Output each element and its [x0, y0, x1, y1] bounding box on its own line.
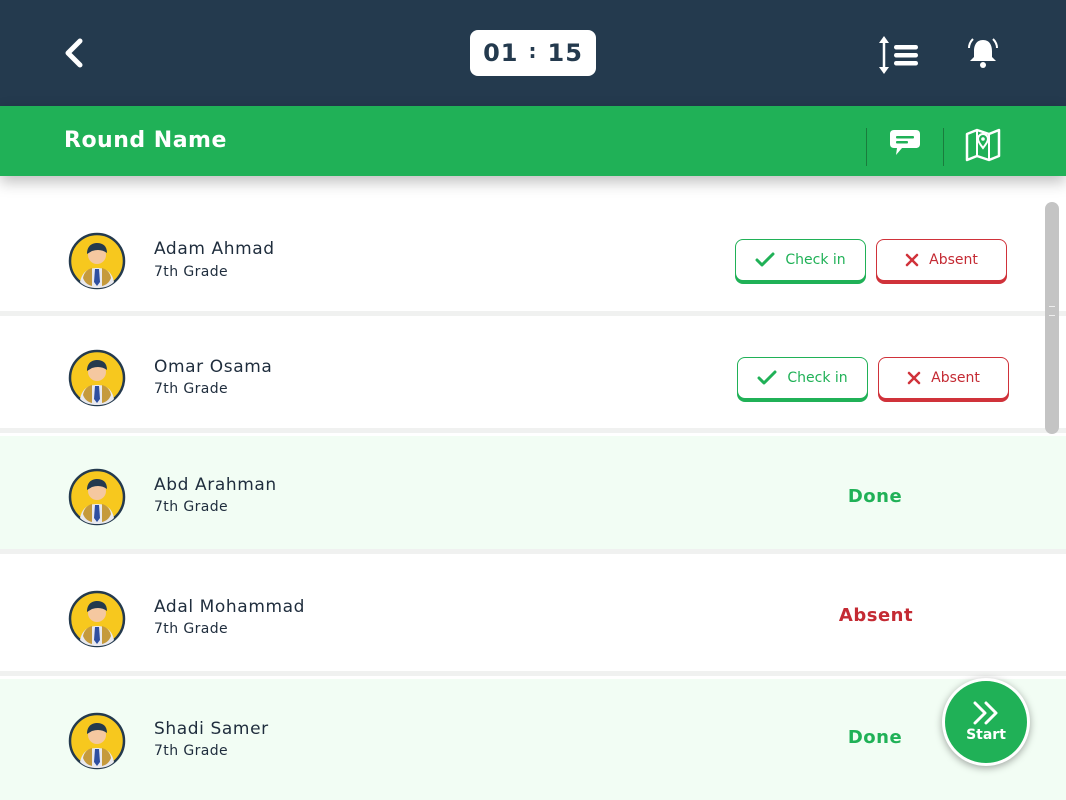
close-icon: [907, 371, 921, 385]
timer-seconds: 15: [547, 39, 583, 67]
round-timer: 01 : 15: [470, 30, 596, 76]
student-row: Shadi Samer 7th Grade Done: [0, 679, 1066, 800]
student-grade: 7th Grade: [154, 264, 229, 280]
notifications-button[interactable]: [966, 36, 1000, 70]
scroll-grip: [1049, 306, 1055, 316]
start-label: Start: [966, 727, 1006, 743]
timer-separator: :: [528, 39, 538, 63]
absent-label: Absent: [929, 252, 978, 268]
status-done: Done: [847, 727, 903, 748]
absent-button[interactable]: Absent: [878, 357, 1009, 399]
student-avatar: [68, 468, 126, 526]
close-icon: [905, 253, 919, 267]
student-grade: 7th Grade: [154, 621, 229, 637]
student-avatar: [68, 590, 126, 648]
student-grade: 7th Grade: [154, 381, 229, 397]
student-grade: 7th Grade: [154, 499, 229, 515]
top-bar: 01 : 15: [0, 0, 1066, 106]
chat-button[interactable]: [888, 128, 922, 158]
student-name: Abd Arahman: [154, 475, 277, 495]
check-in-label: Check in: [785, 252, 846, 268]
checkmark-icon: [755, 252, 775, 267]
scrollbar[interactable]: [1045, 202, 1059, 434]
student-row: Abd Arahman 7th Grade Done: [0, 436, 1066, 554]
student-row: Adal Mohammad 7th Grade Absent: [0, 557, 1066, 676]
check-in-label: Check in: [787, 370, 848, 386]
chat-bubble-icon: [890, 130, 920, 155]
bell-icon: [968, 38, 998, 68]
round-bar: Round Name: [0, 106, 1066, 176]
round-title: Round Name: [64, 128, 227, 153]
student-name: Omar Osama: [154, 357, 273, 377]
student-name: Adal Mohammad: [154, 597, 306, 617]
student-row: Omar Osama 7th Grade Check in Absent: [0, 319, 1066, 433]
student-grade: 7th Grade: [154, 743, 229, 759]
student-row: Adam Ahmad 7th Grade Check in Absent: [0, 202, 1066, 316]
sort-button[interactable]: [876, 34, 920, 76]
check-in-button[interactable]: Check in: [735, 239, 866, 281]
checkmark-icon: [757, 370, 777, 385]
divider: [866, 128, 867, 166]
chevron-left-icon: [65, 38, 83, 68]
back-button[interactable]: [60, 36, 88, 70]
student-name: Shadi Samer: [154, 719, 269, 739]
absent-label: Absent: [931, 370, 980, 386]
student-avatar: [68, 349, 126, 407]
start-button[interactable]: Start: [942, 678, 1030, 766]
status-absent: Absent: [838, 605, 914, 626]
student-avatar: [68, 232, 126, 290]
divider: [943, 128, 944, 166]
timer-minutes: 01: [483, 39, 519, 67]
status-done: Done: [847, 486, 903, 507]
student-avatar: [68, 712, 126, 770]
student-name: Adam Ahmad: [154, 239, 275, 259]
map-button[interactable]: [964, 126, 1002, 162]
student-list: Adam Ahmad 7th Grade Check in Absent Oma…: [0, 176, 1066, 800]
sort-list-icon: [879, 36, 918, 74]
map-pin-icon: [965, 128, 1001, 162]
double-chevron-right-icon: [973, 701, 998, 725]
absent-button[interactable]: Absent: [876, 239, 1007, 281]
check-in-button[interactable]: Check in: [737, 357, 868, 399]
